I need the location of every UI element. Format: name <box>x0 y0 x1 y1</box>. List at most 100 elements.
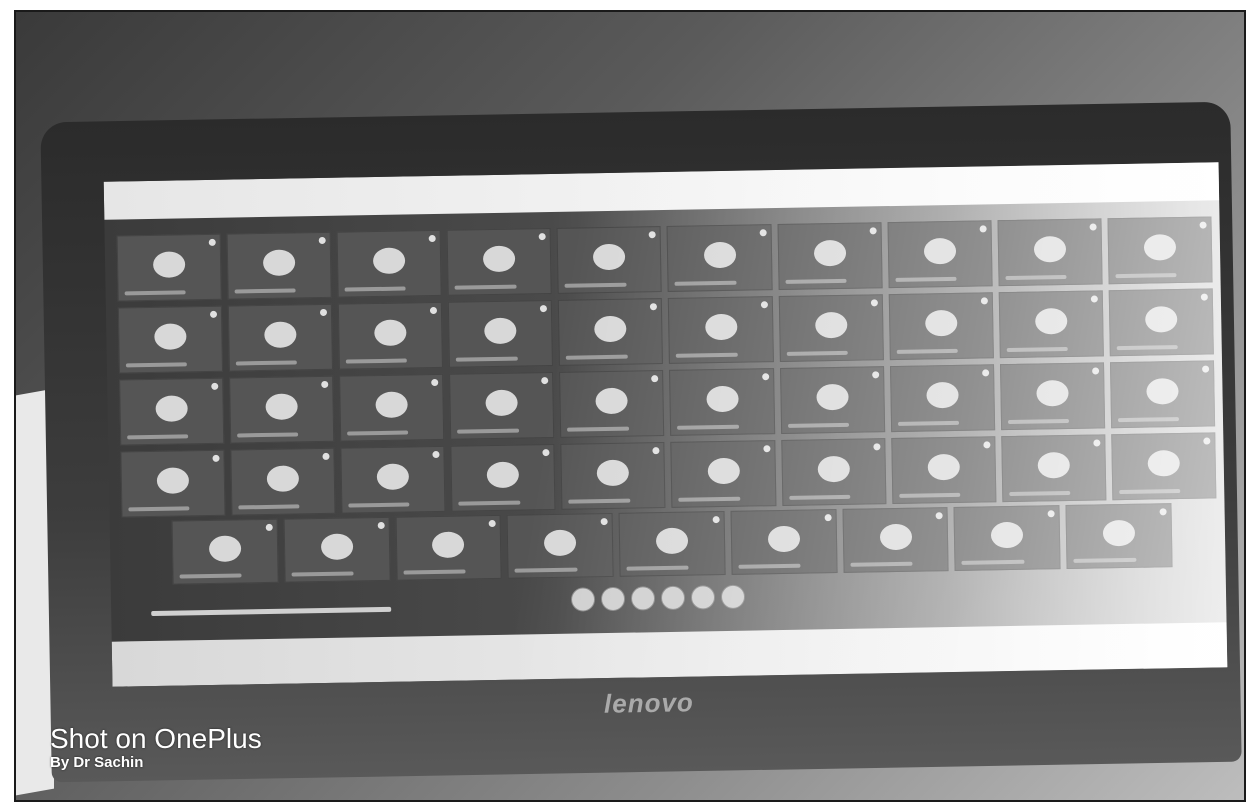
tile-menu-icon[interactable] <box>320 308 328 317</box>
tile-menu-icon[interactable] <box>539 233 547 241</box>
participant-tile[interactable] <box>670 440 777 508</box>
tile-menu-icon[interactable] <box>759 229 767 237</box>
participant-tile[interactable] <box>887 220 993 289</box>
participant-tile[interactable] <box>226 231 332 300</box>
tile-menu-icon[interactable] <box>208 238 216 246</box>
tile-menu-icon[interactable] <box>1093 439 1101 447</box>
participant-tile[interactable] <box>890 436 997 505</box>
participant-tile[interactable] <box>778 294 884 363</box>
tile-menu-icon[interactable] <box>1089 223 1097 231</box>
participant-tile[interactable] <box>395 514 503 581</box>
meeting-control-button[interactable] <box>690 585 716 610</box>
participant-tile[interactable] <box>340 445 446 514</box>
tile-menu-icon[interactable] <box>760 301 768 309</box>
participant-tile[interactable] <box>449 371 555 440</box>
meeting-control-button[interactable] <box>570 587 596 612</box>
tile-menu-icon[interactable] <box>981 369 990 377</box>
tile-menu-icon[interactable] <box>318 236 326 245</box>
tile-menu-icon[interactable] <box>1159 508 1167 516</box>
participant-tile[interactable] <box>1111 432 1217 501</box>
tile-menu-icon[interactable] <box>652 447 661 455</box>
tile-menu-icon[interactable] <box>712 516 720 524</box>
tile-menu-icon[interactable] <box>870 299 878 307</box>
meeting-control-button[interactable] <box>720 584 746 610</box>
participant-tile[interactable] <box>558 298 664 366</box>
tile-menu-icon[interactable] <box>762 445 771 453</box>
tile-menu-icon[interactable] <box>651 375 659 383</box>
participant-tile[interactable] <box>339 373 445 442</box>
participant-tile[interactable] <box>668 296 774 364</box>
tile-menu-icon[interactable] <box>430 306 438 315</box>
participant-tile[interactable] <box>336 229 443 298</box>
tile-menu-icon[interactable] <box>321 380 329 388</box>
participant-tile[interactable] <box>450 443 556 512</box>
participant-tile[interactable] <box>953 505 1061 571</box>
tile-menu-icon[interactable] <box>431 378 439 387</box>
participant-tile[interactable] <box>1001 434 1107 503</box>
tile-menu-icon[interactable] <box>873 443 881 451</box>
tile-menu-icon[interactable] <box>432 450 440 459</box>
participant-tile[interactable] <box>1108 288 1214 357</box>
tile-menu-icon[interactable] <box>983 441 991 449</box>
tile-menu-icon[interactable] <box>1200 293 1208 301</box>
participant-tile[interactable] <box>119 377 225 446</box>
participant-tile[interactable] <box>171 518 279 585</box>
participant-tile[interactable] <box>1109 360 1216 429</box>
tile-menu-icon[interactable] <box>761 373 769 381</box>
participant-tile[interactable] <box>556 226 663 294</box>
participant-tile[interactable] <box>669 368 775 436</box>
participant-tile[interactable] <box>117 305 224 374</box>
participant-tile[interactable] <box>1107 216 1213 285</box>
participant-tile[interactable] <box>227 303 334 372</box>
participant-tile[interactable] <box>777 222 883 291</box>
meeting-control-button[interactable] <box>660 585 686 611</box>
meeting-control-button[interactable] <box>630 586 656 611</box>
tile-menu-icon[interactable] <box>542 449 550 457</box>
tile-menu-icon[interactable] <box>980 297 988 305</box>
participant-tile[interactable] <box>1065 503 1173 570</box>
participant-tile[interactable] <box>120 449 226 518</box>
tile-menu-icon[interactable] <box>212 454 220 462</box>
tile-menu-icon[interactable] <box>871 371 879 379</box>
tile-menu-icon[interactable] <box>1203 437 1211 445</box>
tile-menu-icon[interactable] <box>211 382 219 390</box>
tile-menu-icon[interactable] <box>1199 221 1207 229</box>
participant-tile[interactable] <box>283 516 391 583</box>
tile-menu-icon[interactable] <box>210 310 218 318</box>
tile-menu-icon[interactable] <box>428 234 437 243</box>
tile-menu-icon[interactable] <box>936 512 944 520</box>
participant-tile[interactable] <box>559 370 665 438</box>
participant-tile[interactable] <box>780 438 887 506</box>
participant-tile[interactable] <box>999 362 1106 431</box>
tile-menu-icon[interactable] <box>1202 365 1210 373</box>
participant-tile[interactable] <box>229 375 335 444</box>
participant-tile[interactable] <box>997 218 1103 287</box>
participant-tile[interactable] <box>116 233 222 302</box>
participant-tile[interactable] <box>889 364 995 433</box>
participant-tile[interactable] <box>618 510 726 577</box>
tile-menu-icon[interactable] <box>1091 367 1100 375</box>
participant-tile[interactable] <box>667 224 773 292</box>
participant-tile[interactable] <box>888 292 994 361</box>
tile-menu-icon[interactable] <box>1047 510 1055 518</box>
tile-menu-icon[interactable] <box>488 519 497 528</box>
tile-menu-icon[interactable] <box>650 303 658 311</box>
participant-tile[interactable] <box>998 290 1104 359</box>
tile-menu-icon[interactable] <box>377 521 385 530</box>
tile-menu-icon[interactable] <box>265 523 273 531</box>
participant-tile[interactable] <box>842 507 950 573</box>
participant-tile[interactable] <box>448 299 554 368</box>
participant-tile[interactable] <box>730 509 838 575</box>
tile-menu-icon[interactable] <box>979 225 987 233</box>
participant-tile[interactable] <box>560 442 666 510</box>
tile-menu-icon[interactable] <box>600 518 608 526</box>
tile-menu-icon[interactable] <box>322 452 330 460</box>
participant-tile[interactable] <box>446 227 553 296</box>
participant-tile[interactable] <box>506 512 614 579</box>
participant-tile[interactable] <box>230 447 336 516</box>
tile-menu-icon[interactable] <box>541 377 549 385</box>
tile-menu-icon[interactable] <box>869 227 877 235</box>
tile-menu-icon[interactable] <box>1090 295 1098 303</box>
tile-menu-icon[interactable] <box>824 514 832 522</box>
tile-menu-icon[interactable] <box>649 231 657 239</box>
